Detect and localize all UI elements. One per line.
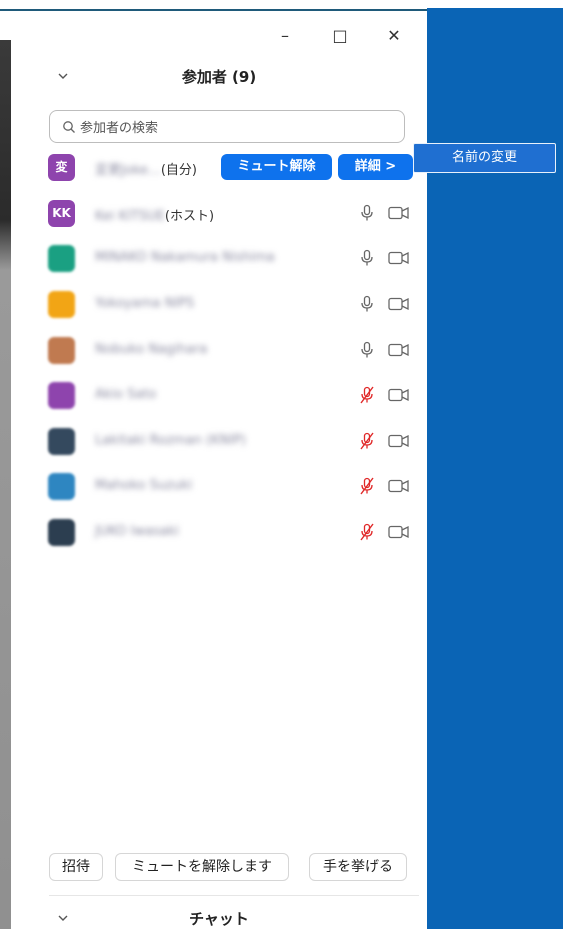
maximize-button[interactable]: □ <box>328 25 352 47</box>
participant-row-self[interactable]: 変 変更Joke…(自分) ミュート解除 詳細 > <box>11 149 427 187</box>
mic-muted-icon[interactable] <box>360 432 374 450</box>
participant-name: Mahoko Suzuki <box>95 478 192 493</box>
participant-name: 変更Joke…(自分) <box>95 159 197 178</box>
participant-name: Lakitaki Rozman (KNIP) <box>95 433 246 448</box>
participant-row[interactable]: JUKO Iwasaki <box>11 514 427 552</box>
app-screen: – □ ✕ 参加者 (9) 変 変更Joke…(自分) ミュート解除詳細 > KK Ke… <box>0 0 563 929</box>
participant-name: Akio Sato <box>95 387 156 402</box>
participant-name: MINAKO Nakamura Nishima <box>95 250 275 265</box>
video-off-icon[interactable] <box>388 343 410 357</box>
participant-row[interactable]: Lakitaki Rozman (KNIP) <box>11 423 427 461</box>
participant-name-redacted: Kei KITSUE <box>95 209 165 224</box>
participant-row[interactable]: MINAKO Nakamura Nishima <box>11 240 427 278</box>
participant-row[interactable]: Nobuko Nagihara <box>11 332 427 370</box>
mic-muted-icon[interactable] <box>360 523 374 541</box>
unmute-me-button[interactable]: ミュートを解除します <box>115 853 289 881</box>
search-icon <box>63 121 75 133</box>
participant-name-redacted: JUKO Iwasaki <box>95 524 179 539</box>
participant-role: (自分) <box>160 163 198 178</box>
avatar <box>48 291 75 318</box>
participants-title: 参加者 (9) <box>181 68 257 86</box>
participant-row[interactable]: Yokoyama NIPS <box>11 286 427 324</box>
participant-name: Nobuko Nagihara <box>95 342 207 357</box>
avatar: KK <box>48 200 75 227</box>
mic-icon[interactable] <box>360 341 374 359</box>
minimize-button[interactable]: – <box>273 25 297 47</box>
avatar <box>48 428 75 455</box>
unmute-participant-button[interactable]: ミュート解除 <box>221 154 332 180</box>
participant-name-redacted: Nobuko Nagihara <box>95 342 208 357</box>
participant-row[interactable]: Mahoko Suzuki <box>11 468 427 506</box>
mic-icon[interactable] <box>360 204 374 222</box>
mic-muted-icon[interactable] <box>360 477 374 495</box>
divider <box>49 895 419 896</box>
invite-button[interactable]: 招待 <box>49 853 103 881</box>
participant-role: (ホスト) <box>164 209 215 224</box>
participant-name-redacted: MINAKO Nakamura Nishima <box>95 250 275 265</box>
video-off-icon[interactable] <box>388 206 410 220</box>
avatar <box>48 337 75 364</box>
raise-hand-button[interactable]: 手を挙げる <box>309 853 407 881</box>
chat-header[interactable]: チャット <box>11 904 427 929</box>
video-off-icon[interactable] <box>388 525 410 539</box>
participant-row[interactable]: Akio Sato <box>11 377 427 415</box>
mic-icon[interactable] <box>360 249 374 267</box>
video-off-icon[interactable] <box>388 479 410 493</box>
search-input[interactable] <box>78 115 382 141</box>
participant-name-redacted: Lakitaki Rozman (KNIP) <box>95 433 246 448</box>
video-off-icon[interactable] <box>388 388 410 402</box>
participants-header: 参加者 (9) <box>11 61 427 95</box>
participant-row[interactable]: KK Kei KITSUE(ホスト) <box>11 195 427 233</box>
participant-name-redacted: 変更Joke… <box>95 163 161 178</box>
participant-name-redacted: Yokoyama NIPS <box>95 296 195 311</box>
participants-panel: – □ ✕ 参加者 (9) 変 変更Joke…(自分) ミュート解除詳細 > KK Ke… <box>11 11 427 929</box>
chat-title: チャット <box>189 910 249 928</box>
video-off-icon[interactable] <box>388 434 410 448</box>
avatar <box>48 382 75 409</box>
avatar <box>48 519 75 546</box>
video-off-icon[interactable] <box>388 251 410 265</box>
more-options-button[interactable]: 詳細 > <box>338 154 413 180</box>
participant-name: JUKO Iwasaki <box>95 524 179 539</box>
rename-menu-item[interactable]: 名前の変更 <box>413 143 556 173</box>
participant-name-redacted: Mahoko Suzuki <box>95 478 193 493</box>
avatar <box>48 473 75 500</box>
participant-name: Kei KITSUE(ホスト) <box>95 205 214 224</box>
background-window-edge <box>0 40 11 929</box>
participant-name-redacted: Akio Sato <box>95 387 157 402</box>
avatar: 変 <box>48 154 75 181</box>
video-off-icon[interactable] <box>388 297 410 311</box>
participant-name: Yokoyama NIPS <box>95 296 194 311</box>
mic-icon[interactable] <box>360 295 374 313</box>
avatar <box>48 245 75 272</box>
mic-muted-icon[interactable] <box>360 386 374 404</box>
participant-search[interactable] <box>49 110 405 143</box>
close-button[interactable]: ✕ <box>382 25 406 47</box>
